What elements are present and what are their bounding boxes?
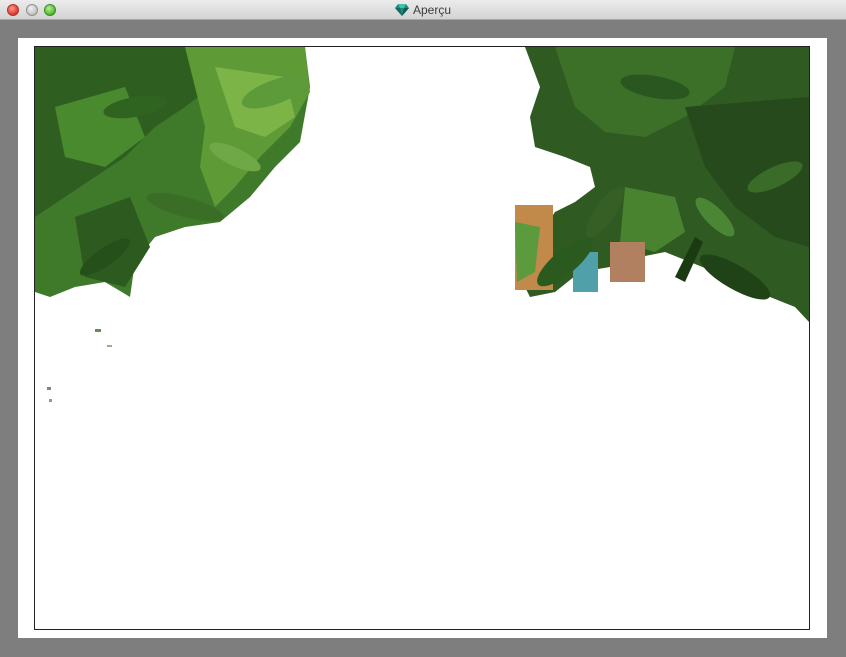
preview-window: Aperçu (0, 0, 846, 657)
displayed-image[interactable] (34, 46, 810, 630)
title-group: Aperçu (0, 0, 846, 20)
stray-specks (47, 329, 112, 402)
foliage-image (35, 47, 809, 402)
gem-icon (394, 4, 409, 16)
document-canvas (18, 38, 827, 638)
window-title: Aperçu (412, 3, 452, 17)
title-bar[interactable]: Aperçu (0, 0, 846, 20)
left-foliage (35, 47, 310, 297)
right-foliage (515, 47, 809, 322)
